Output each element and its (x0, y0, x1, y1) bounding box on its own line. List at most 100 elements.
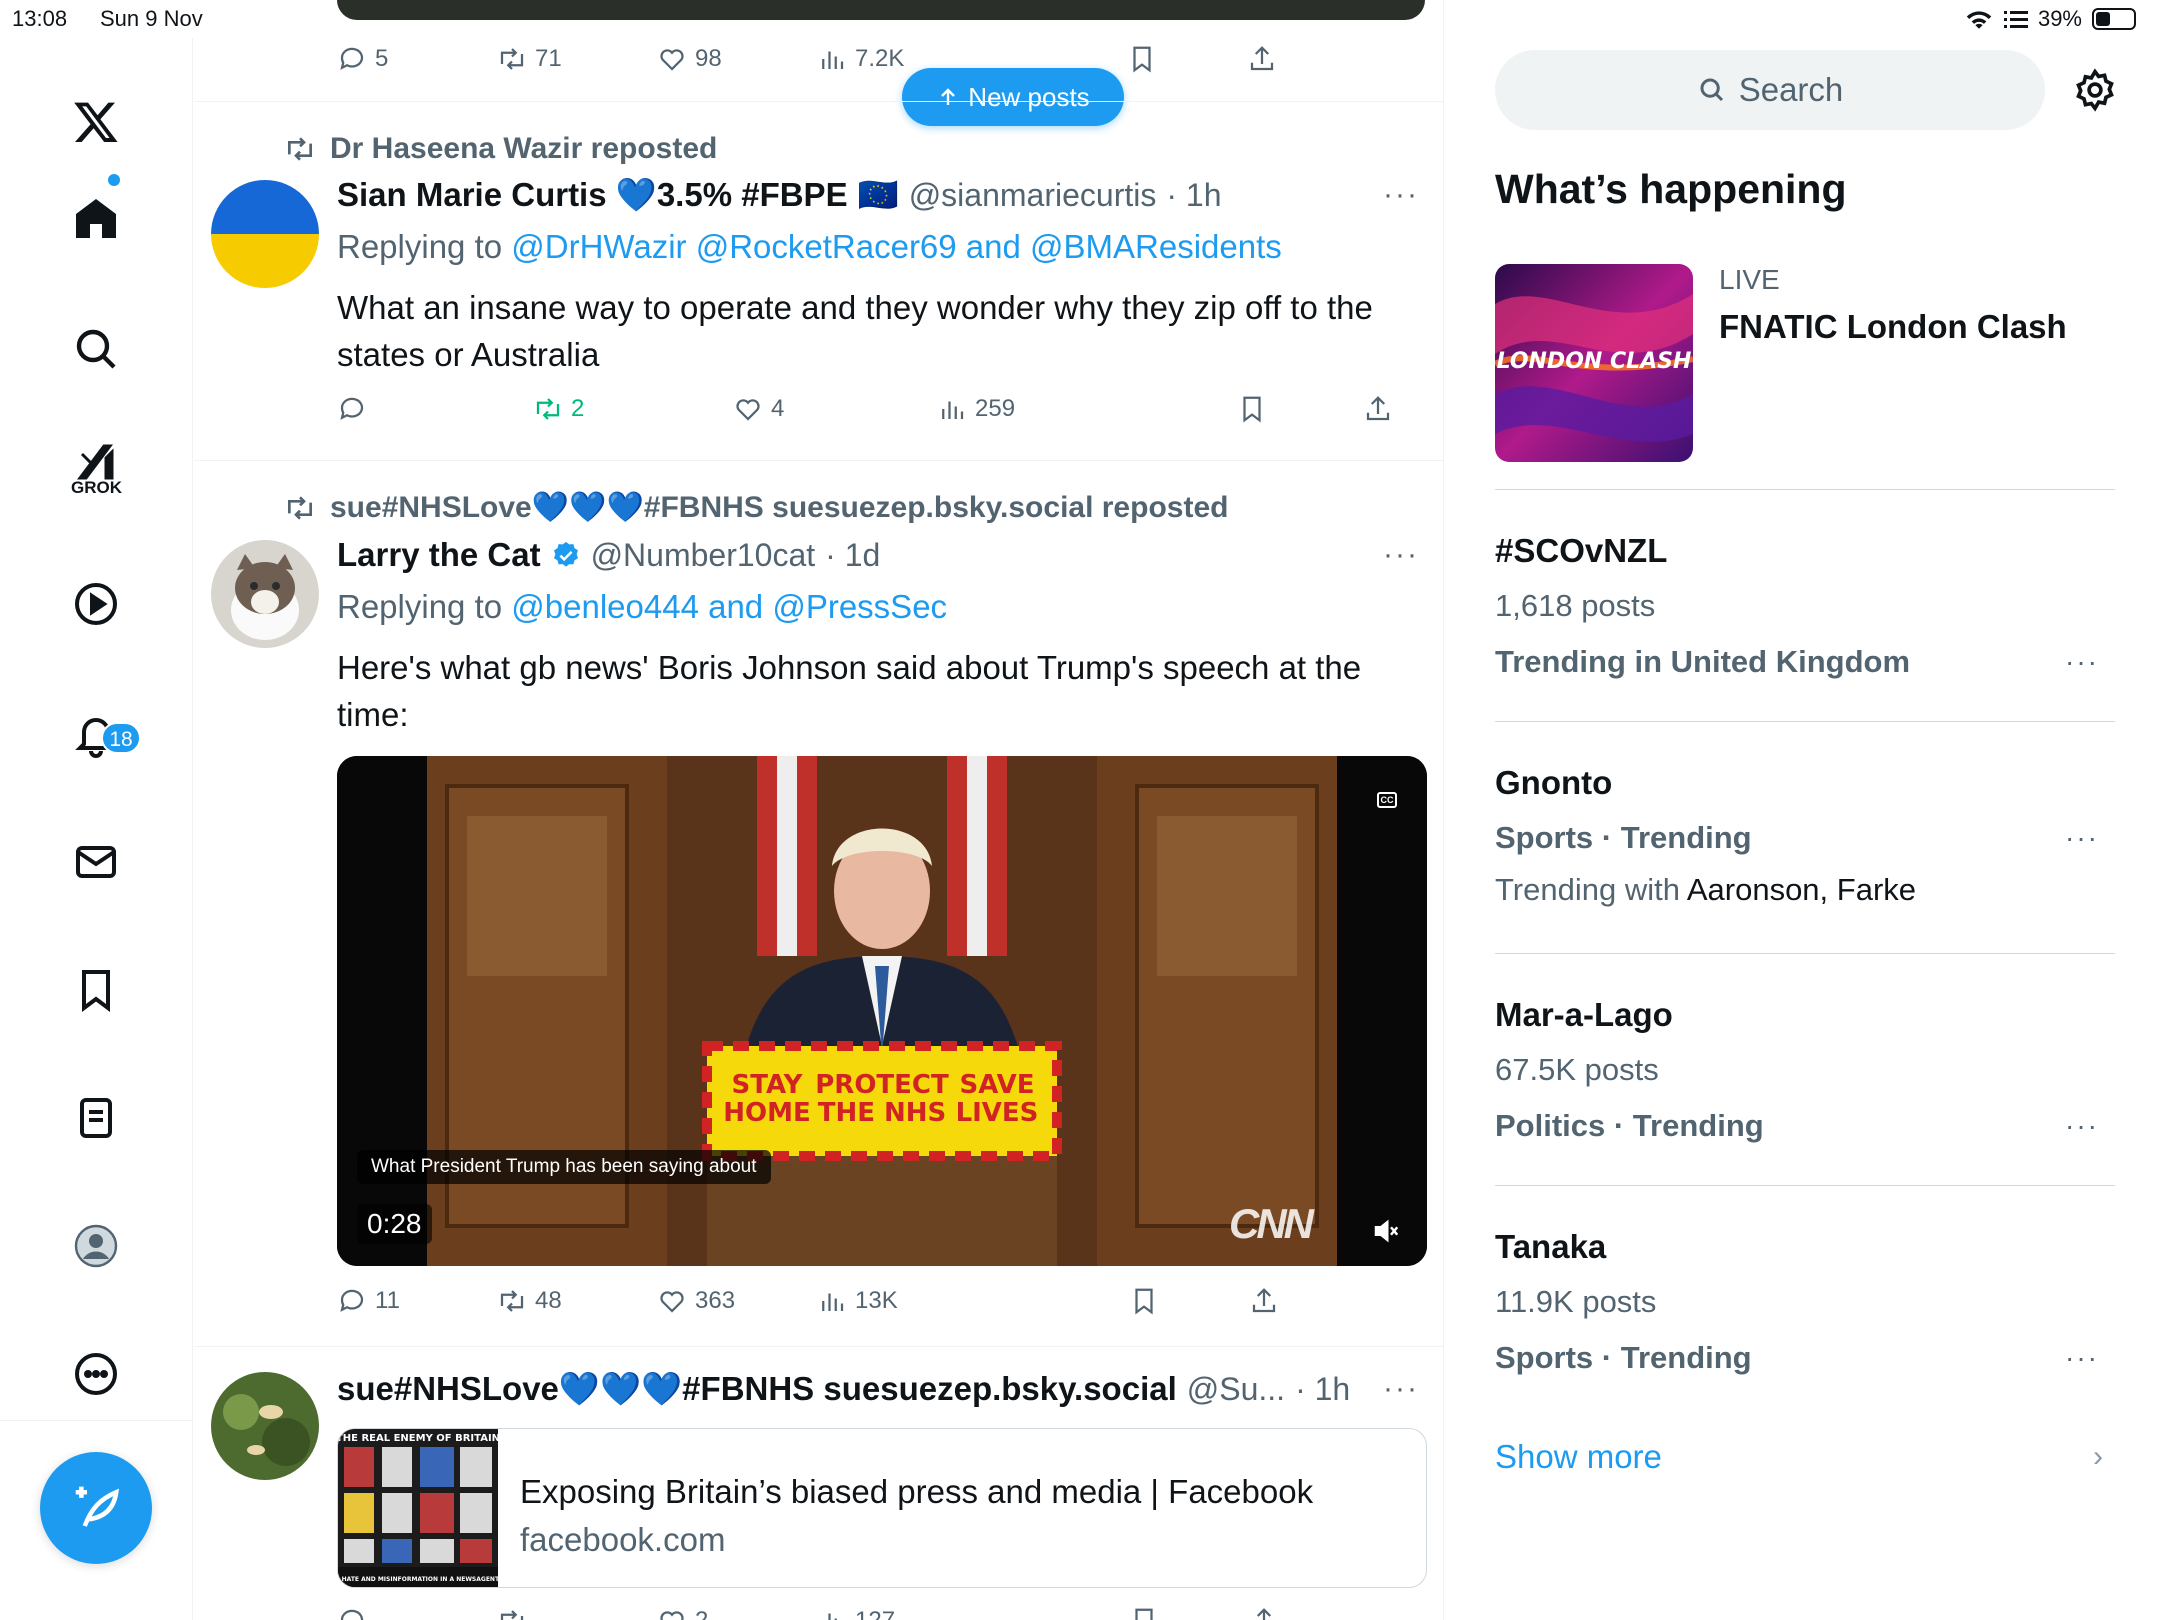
reply-button[interactable] (337, 394, 375, 424)
svg-text:LIVES: LIVES (956, 1098, 1039, 1128)
post-header: Sian Marie Curtis 💙3.5% #FBPE 🇪🇺 @sianma… (337, 176, 1221, 215)
reply-icon (340, 1609, 364, 1620)
views-chart-icon (828, 1613, 837, 1620)
trend-name: #SCOvNZL (1495, 532, 1668, 569)
avatar[interactable] (211, 540, 319, 648)
post-time[interactable]: · 1h (1166, 177, 1221, 214)
search-icon[interactable] (60, 313, 132, 385)
author-name[interactable]: Sian Marie Curtis 💙3.5% #FBPE (337, 176, 848, 215)
link-preview-card[interactable]: THE REAL ENEMY OF BRITAIN SPREADING HATE… (337, 1428, 1427, 1588)
post-more-icon[interactable]: ··· (1383, 1372, 1419, 1406)
views-button[interactable]: 127 (817, 1606, 895, 1620)
like-button[interactable]: 98 (657, 44, 722, 74)
chevron-right-icon[interactable]: › (2093, 1440, 2103, 1474)
trend-more-icon[interactable]: ··· (2065, 1110, 2099, 1142)
wifi-icon (1966, 11, 1992, 29)
lists-icon[interactable] (60, 1082, 132, 1154)
video-player[interactable]: STAY PROTECT SAVE HOME THE NHS LIVES Wha… (337, 756, 1427, 1266)
post-header: Larry the Cat @Number10cat · 1d (337, 536, 880, 574)
bookmark-button[interactable] (1129, 1286, 1159, 1316)
status-date: Sun 9 Nov (100, 6, 203, 31)
share-button[interactable] (1363, 394, 1393, 424)
like-count: 98 (695, 45, 722, 72)
post-time[interactable]: · 1d (825, 537, 880, 574)
live-label: LIVE (1719, 264, 1780, 295)
home-unread-dot (108, 174, 120, 186)
author-handle[interactable]: @Number10cat (591, 537, 816, 574)
repost-button[interactable]: 71 (497, 44, 562, 74)
share-button[interactable] (1249, 1606, 1279, 1620)
previous-post-media[interactable] (337, 0, 1425, 20)
new-posts-button[interactable]: New posts (902, 68, 1124, 126)
video-caption: What President Trump has been saying abo… (357, 1150, 771, 1184)
trend-more-icon[interactable]: ··· (2065, 646, 2099, 678)
share-button[interactable] (1249, 1286, 1279, 1316)
sign-stay-home: STAY (732, 1070, 804, 1100)
x-logo-icon[interactable] (60, 86, 132, 158)
author-name[interactable]: sue#NHSLove💙💙💙#FBNHS suesuezep.bsky.soci… (337, 1370, 1177, 1409)
search-input[interactable]: Search (1495, 50, 2045, 130)
avatar[interactable] (211, 180, 319, 288)
link-title: Exposing Britain’s biased press and medi… (520, 1473, 1314, 1510)
home-icon[interactable] (60, 182, 132, 254)
cnn-logo: CNN (1229, 1200, 1314, 1247)
trend-context: Politics · Trending (1495, 1108, 1764, 1143)
show-more-link[interactable]: Show more (1495, 1438, 1662, 1476)
repost-count: 2 (571, 395, 585, 422)
views-button[interactable]: 259 (937, 394, 1015, 424)
share-button[interactable] (1247, 44, 1277, 74)
post-text: Here's what gb news' Boris Johnson said … (337, 649, 1362, 733)
settings-gear-icon[interactable] (2073, 68, 2117, 112)
author-name[interactable]: Larry the Cat (337, 536, 541, 574)
post-time[interactable]: · 1h (1295, 1371, 1350, 1408)
trend-divider (1495, 1185, 2115, 1186)
view-count: 127 (855, 1607, 895, 1620)
compose-post-button[interactable] (40, 1452, 152, 1564)
reply-mentions[interactable]: @benleo444 and @PressSec (511, 588, 947, 625)
notification-count-badge: 18 (101, 722, 141, 754)
svg-text:PROTECT: PROTECT (815, 1070, 949, 1100)
link-thumbnail: THE REAL ENEMY OF BRITAIN SPREADING HATE… (338, 1429, 536, 1587)
closed-captions-icon[interactable]: CC (1377, 792, 1397, 808)
reply-button[interactable]: 11 (337, 1286, 400, 1316)
post-more-icon[interactable]: ··· (1383, 538, 1419, 572)
like-button[interactable]: 2 (657, 1606, 708, 1620)
like-button[interactable]: 4 (733, 394, 784, 424)
repost-button[interactable]: 48 (497, 1286, 562, 1316)
trend-related: Trending with Aaronson, Farke (1495, 872, 1916, 908)
more-options-icon[interactable] (60, 1338, 132, 1410)
trend-more-icon[interactable]: ··· (2065, 1342, 2099, 1374)
post-divider (194, 1346, 1443, 1347)
repost-icon (500, 1610, 524, 1620)
list-icon (2003, 11, 2028, 28)
trend-post-count: 11.9K posts (1495, 1284, 1657, 1319)
reply-icon (340, 397, 364, 420)
bookmark-button[interactable] (1127, 44, 1157, 74)
search-icon (1700, 78, 1723, 102)
bookmark-button[interactable] (1129, 1606, 1159, 1620)
repost-button[interactable]: 2 (533, 394, 584, 424)
trend-divider (1495, 721, 2115, 722)
author-handle[interactable]: @sianmariecurtis (909, 177, 1157, 214)
views-button[interactable]: 7.2K (817, 44, 904, 74)
messages-mail-icon[interactable] (60, 826, 132, 898)
like-button[interactable]: 363 (657, 1286, 735, 1316)
views-button[interactable]: 13K (817, 1286, 898, 1316)
bookmarks-icon[interactable] (60, 954, 132, 1026)
svg-text:THE REAL ENEMY OF BRITAIN: THE REAL ENEMY OF BRITAIN (338, 1433, 498, 1444)
reply-button[interactable]: 5 (337, 44, 388, 74)
bookmark-button[interactable] (1237, 394, 1267, 424)
repost-icon (288, 495, 312, 520)
post-divider (194, 460, 1443, 461)
reply-mentions[interactable]: @DrHWazir @RocketRacer69 and @BMAResiden… (511, 228, 1282, 265)
avatar[interactable] (211, 1372, 319, 1480)
video-play-icon[interactable] (60, 568, 132, 640)
repost-button[interactable] (497, 1606, 527, 1620)
trend-more-icon[interactable]: ··· (2065, 822, 2099, 854)
mute-speaker-icon[interactable] (1371, 1216, 1401, 1246)
profile-avatar-icon[interactable] (60, 1210, 132, 1282)
post-more-icon[interactable]: ··· (1383, 178, 1419, 212)
reply-prefix: Replying to (337, 588, 503, 625)
reply-button[interactable] (337, 1606, 367, 1620)
author-handle[interactable]: @Su... (1187, 1371, 1285, 1408)
